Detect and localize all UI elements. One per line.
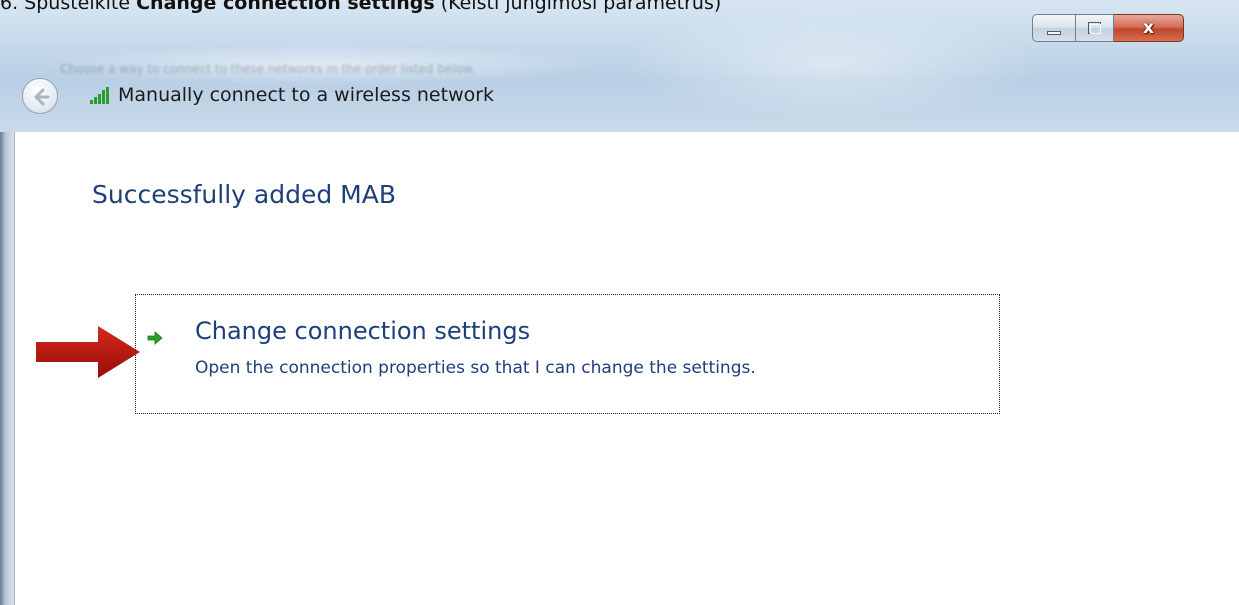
window-left-border	[0, 132, 14, 605]
back-arrow-icon	[34, 88, 50, 106]
minimize-icon	[1047, 31, 1061, 35]
page-heading: Successfully added MAB	[92, 180, 396, 209]
change-connection-settings-link[interactable]: Change connection settings Open the conn…	[135, 294, 1000, 414]
caption-prefix: 6. Spustelkite	[0, 0, 137, 14]
command-link-title: Change connection settings	[195, 317, 531, 345]
caption-suffix: (Keisti jungimosi parametrus)	[434, 0, 722, 14]
back-button[interactable]	[22, 78, 58, 114]
green-arrow-icon	[146, 329, 164, 347]
command-link-description: Open the connection properties so that I…	[195, 358, 756, 378]
minimize-button[interactable]	[1032, 14, 1076, 42]
maximize-icon	[1088, 22, 1101, 34]
blurred-background-text: Choose a way to connect to these network…	[60, 62, 476, 76]
window-title: Manually connect to a wireless network	[118, 84, 495, 106]
red-annotation-arrow-icon	[36, 326, 140, 378]
window-controls: x	[1032, 14, 1184, 44]
close-icon: x	[1143, 18, 1154, 38]
wireless-signal-icon	[90, 87, 109, 104]
maximize-button[interactable]	[1076, 14, 1114, 42]
close-button[interactable]: x	[1114, 14, 1184, 42]
instruction-caption: 6. Spustelkite Change connection setting…	[0, 0, 1239, 14]
caption-bold: Change connection settings	[136, 0, 435, 14]
